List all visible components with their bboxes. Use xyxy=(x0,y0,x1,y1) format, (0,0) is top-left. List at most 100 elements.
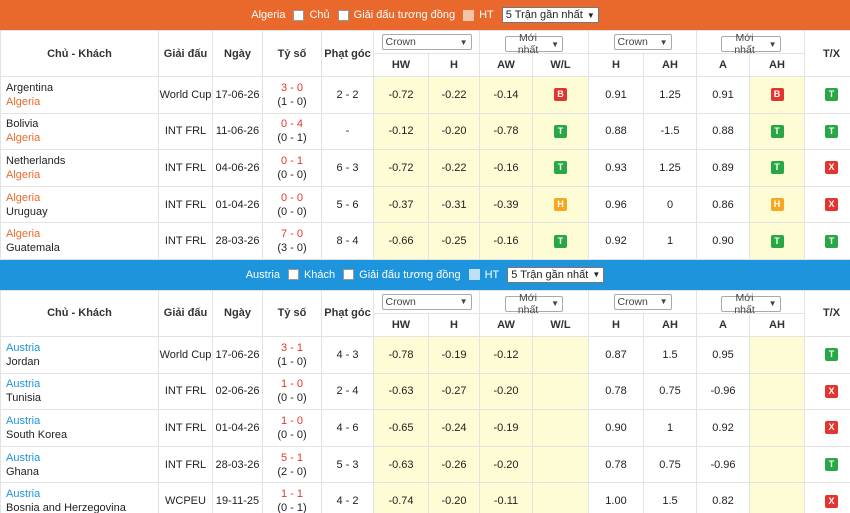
same-league-filter-option[interactable]: Giải đấu tương đồng xyxy=(343,269,461,281)
away-team[interactable]: Algeria xyxy=(6,95,158,109)
home-team[interactable]: Bolivia xyxy=(6,117,158,131)
home-team[interactable]: Austria xyxy=(6,377,158,391)
checkbox-icon[interactable] xyxy=(463,9,475,21)
full-time-score: 0 - 4 xyxy=(280,118,303,131)
score-cell[interactable]: 1 - 0 (0 - 0) xyxy=(262,372,322,411)
team-label: Algeria xyxy=(251,9,286,21)
ah-line-cell: 0.75 xyxy=(643,445,697,484)
h-odds-cell: -0.19 xyxy=(428,335,480,374)
home-team[interactable]: Algeria xyxy=(6,191,158,205)
bookmaker-select[interactable]: Crown ▼ xyxy=(381,293,472,310)
ah-result-cell xyxy=(749,372,805,411)
result-badge: X xyxy=(825,494,838,508)
bookmaker-select[interactable]: Crown ▼ xyxy=(381,34,472,50)
away-team[interactable]: Ghana xyxy=(6,465,158,479)
score-cell[interactable]: 5 - 1 (2 - 0) xyxy=(262,445,322,484)
table-row[interactable]: Algeria Guatemala INT FRL 28-03-26 7 - 0 (3 -… xyxy=(0,222,850,260)
result-badge: T xyxy=(825,234,838,248)
col-teams: Chủ - Khách xyxy=(0,30,159,77)
ht-filter-option[interactable]: HT xyxy=(468,269,499,281)
ah-result-cell: H xyxy=(749,185,805,224)
ah-line-cell: -1.5 xyxy=(643,112,697,151)
checkbox-icon[interactable] xyxy=(337,9,349,21)
ht-filter-option[interactable]: HT xyxy=(463,9,494,21)
home-team[interactable]: Austria xyxy=(6,414,158,428)
score-cell[interactable]: 0 - 1 (0 - 0) xyxy=(262,149,322,187)
away-team[interactable]: Guatemala xyxy=(6,241,158,255)
same-league-filter-option[interactable]: Giải đấu tương đồng xyxy=(337,9,455,21)
score-cell[interactable]: 7 - 0 (3 - 0) xyxy=(262,222,322,260)
col-ah: AH xyxy=(643,53,697,77)
full-time-score: 1 - 0 xyxy=(280,378,303,391)
away-team[interactable]: Algeria xyxy=(6,131,158,145)
league-cell: World Cup xyxy=(158,76,213,114)
result-badge: X xyxy=(825,384,838,398)
col-corners: Phạt góc xyxy=(321,30,374,77)
result-badge: T xyxy=(825,124,838,138)
tx-cell: T xyxy=(804,335,850,374)
table-row[interactable]: Netherlands Algeria INT FRL 04-06-26 0 - 1 (0… xyxy=(0,149,850,187)
score-cell[interactable]: 3 - 0 (1 - 0) xyxy=(262,76,322,114)
recent-matches-select[interactable]: 5 Trận gần nhất ▼ xyxy=(501,7,599,23)
col-wl: W/L xyxy=(532,53,589,77)
checkbox-icon[interactable] xyxy=(468,269,480,281)
table-row[interactable]: Austria Tunisia INT FRL 02-06-26 1 - 0 (0 - 0… xyxy=(0,372,850,411)
teams-cell: Austria Bosnia and Herzegovina xyxy=(0,482,159,513)
corners-cell: 5 - 3 xyxy=(321,445,374,484)
score-cell[interactable]: 1 - 0 (0 - 0) xyxy=(262,409,322,447)
table-row[interactable]: Austria South Korea INT FRL 01-04-26 1 - 0 (0… xyxy=(0,409,850,447)
away-team[interactable]: Tunisia xyxy=(6,391,158,405)
teams-cell: Austria Jordan xyxy=(0,335,159,374)
ah-home-odds-cell: 0.91 xyxy=(588,76,644,114)
score-cell[interactable]: 1 - 1 (0 - 1) xyxy=(262,482,322,513)
score-cell[interactable]: 3 - 1 (1 - 0) xyxy=(262,335,322,374)
ah-home-odds-cell: 0.90 xyxy=(588,409,644,447)
corners-cell: 6 - 3 xyxy=(321,149,374,187)
col-league: Giải đấu xyxy=(158,289,213,337)
away-team[interactable]: South Korea xyxy=(6,428,158,442)
date-cell: 01-04-26 xyxy=(212,409,263,447)
wl-cell: B xyxy=(532,76,589,114)
away-team[interactable]: Jordan xyxy=(6,355,158,369)
home-team[interactable]: Austria xyxy=(6,487,158,501)
wl-cell: T xyxy=(532,222,589,260)
away-team[interactable]: Algeria xyxy=(6,168,158,182)
col-tx: T/X xyxy=(804,289,850,337)
hw-odds-cell: -0.66 xyxy=(373,222,429,260)
odds-type-select-ah[interactable]: Mới nhất ▼ xyxy=(720,32,781,56)
wl-cell xyxy=(532,409,589,447)
recent-matches-select[interactable]: 5 Trận gần nhất ▼ xyxy=(507,266,605,283)
league-cell: WCPEU xyxy=(158,482,213,513)
away-filter-option[interactable]: Khách xyxy=(287,269,335,281)
bookmaker-select-ah[interactable]: Crown ▼ xyxy=(613,293,672,310)
ah-away-odds-cell: 0.95 xyxy=(696,335,750,374)
table-row[interactable]: Austria Ghana INT FRL 28-03-26 5 - 1 (2 - 0) 5… xyxy=(0,445,850,484)
table-row[interactable]: Algeria Uruguay INT FRL 01-04-26 0 - 0 (0 - 0… xyxy=(0,185,850,224)
odds-type-select-ah[interactable]: Mới nhất ▼ xyxy=(720,292,781,316)
col-wl: W/L xyxy=(532,312,589,337)
table-row[interactable]: Austria Bosnia and Herzegovina WCPEU 19-11-… xyxy=(0,482,850,513)
home-team[interactable]: Austria xyxy=(6,341,158,355)
table-row[interactable]: Austria Jordan World Cup 17-06-26 3 - 1 (1 - … xyxy=(0,335,850,374)
away-team[interactable]: Bosnia and Herzegovina xyxy=(6,501,158,513)
home-team[interactable]: Algeria xyxy=(6,227,158,241)
odds-type-select[interactable]: Mới nhất ▼ xyxy=(505,292,563,316)
checkbox-icon[interactable] xyxy=(287,269,299,281)
table-row[interactable]: Argentina Algeria World Cup 17-06-26 3 - 0 (1… xyxy=(0,76,850,114)
score-cell[interactable]: 0 - 0 (0 - 0) xyxy=(262,185,322,224)
corners-cell: - xyxy=(321,112,374,151)
away-team[interactable]: Uruguay xyxy=(6,205,158,219)
score-cell[interactable]: 0 - 4 (0 - 1) xyxy=(262,112,322,151)
checkbox-icon[interactable] xyxy=(293,9,305,21)
home-team[interactable]: Netherlands xyxy=(6,154,158,168)
home-team[interactable]: Argentina xyxy=(6,81,158,95)
odds-type-select[interactable]: Mới nhất ▼ xyxy=(505,32,563,56)
home-team[interactable]: Austria xyxy=(6,451,158,465)
home-filter-option[interactable]: Chủ xyxy=(293,9,330,21)
checkbox-icon[interactable] xyxy=(343,269,355,281)
ah-home-odds-cell: 0.88 xyxy=(588,112,644,151)
table-row[interactable]: Bolivia Algeria INT FRL 11-06-26 0 - 4 (0 - 1… xyxy=(0,112,850,151)
aw-odds-cell: -0.19 xyxy=(479,409,533,447)
chevron-down-icon: ▼ xyxy=(659,37,668,47)
bookmaker-select-ah[interactable]: Crown ▼ xyxy=(613,34,672,50)
